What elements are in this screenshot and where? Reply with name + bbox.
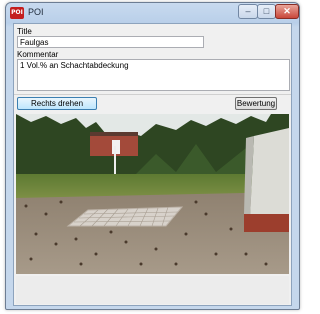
close-button[interactable]: ✕	[275, 4, 299, 19]
maximize-button[interactable]: □	[257, 4, 276, 19]
window-title: POI	[28, 7, 44, 17]
title-label: Title	[17, 27, 32, 36]
title-bar[interactable]: POI POI – □ ✕	[6, 3, 299, 23]
rotate-right-button[interactable]: Rechts drehen	[17, 97, 97, 110]
comment-label: Kommentar	[17, 50, 59, 59]
client-area: Title Faulgas Kommentar 1 Vol.% an Schac…	[13, 23, 292, 306]
photo-image	[16, 114, 289, 274]
minimize-button[interactable]: –	[238, 4, 258, 19]
title-input[interactable]: Faulgas	[17, 36, 204, 48]
maximize-icon: □	[263, 6, 270, 16]
comment-textarea[interactable]: 1 Vol.% an Schachtabdeckung	[17, 59, 290, 91]
close-icon: ✕	[283, 6, 291, 16]
separator	[14, 94, 291, 95]
poi-photo	[16, 114, 289, 274]
poi-window: POI POI – □ ✕ Title Faulgas Kommentar 1 …	[5, 2, 300, 310]
rating-button[interactable]: Bewertung	[235, 97, 277, 110]
bottom-panel	[16, 276, 289, 304]
minimize-icon: –	[245, 6, 251, 16]
app-icon: POI	[10, 7, 24, 19]
